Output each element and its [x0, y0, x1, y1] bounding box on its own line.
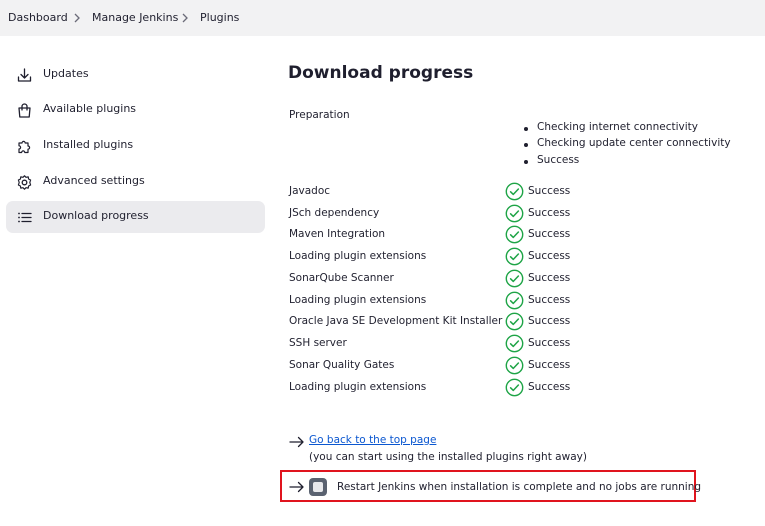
preparation-label: Preparation [289, 109, 350, 121]
plugin-name: Loading plugin extensions [289, 250, 427, 262]
sidebar-item-installed-plugins[interactable]: Installed plugins [6, 130, 265, 162]
check-circle-icon [505, 378, 524, 397]
status-success: Success [505, 247, 605, 267]
check-circle-icon [505, 334, 524, 353]
status-success: Success [505, 182, 605, 202]
status-success: Success [505, 225, 605, 245]
plugin-name: JSch dependency [289, 207, 380, 219]
sidebar-item-advanced-settings[interactable]: Advanced settings [6, 166, 265, 198]
check-circle-icon [505, 204, 524, 223]
plugin-name: Loading plugin extensions [289, 381, 427, 393]
status-success: Success [505, 378, 605, 398]
sidebar-item-label: Updates [43, 67, 89, 80]
plugin-name: Oracle Java SE Development Kit Installer [289, 315, 503, 327]
status-success: Success [505, 334, 605, 354]
chevron-right-icon [182, 13, 188, 23]
back-link-hint: (you can start using the installed plugi… [309, 451, 587, 463]
status-success: Success [505, 356, 605, 376]
plugin-name: Maven Integration [289, 228, 386, 240]
status-success: Success [505, 312, 605, 332]
status-success: Success [505, 204, 605, 224]
check-circle-icon [505, 247, 524, 266]
check-circle-icon [505, 269, 524, 288]
page-title: Download progress [288, 63, 474, 83]
sidebar-item-label: Installed plugins [43, 138, 134, 151]
sidebar-item-label: Download progress [43, 209, 149, 222]
shopping-bag-icon [18, 103, 31, 118]
restart-checkbox[interactable] [309, 478, 327, 496]
chevron-right-icon [74, 13, 80, 23]
plugin-name: Loading plugin extensions [289, 294, 427, 306]
check-circle-icon [505, 356, 524, 375]
restart-checkbox-label[interactable]: Restart Jenkins when installation is com… [337, 481, 701, 493]
check-circle-icon [505, 291, 524, 310]
gear-icon [17, 175, 32, 190]
plugin-name: Javadoc [289, 185, 331, 197]
status-success: Success [505, 291, 605, 311]
check-circle-icon [505, 312, 524, 331]
sidebar-item-download-progress[interactable]: Download progress [6, 201, 265, 233]
check-circle-icon [505, 225, 524, 244]
check-circle-icon [505, 182, 524, 201]
arrow-right-icon [289, 436, 304, 448]
sidebar-item-label: Available plugins [43, 102, 137, 115]
sidebar-item-label: Advanced settings [43, 174, 145, 187]
back-to-top-link[interactable]: Go back to the top page [309, 434, 436, 446]
plugin-name: SonarQube Scanner [289, 272, 394, 284]
breadcrumb-dashboard[interactable]: Dashboard [8, 11, 68, 24]
puzzle-icon [18, 140, 31, 154]
plugin-name: Sonar Quality Gates [289, 359, 395, 371]
arrow-right-icon [289, 481, 304, 493]
status-success: Success [505, 269, 605, 289]
sidebar-item-available-plugins[interactable]: Available plugins [6, 94, 265, 126]
sidebar-item-updates[interactable]: Updates [6, 59, 265, 91]
breadcrumb-manage-jenkins[interactable]: Manage Jenkins [92, 11, 178, 24]
plugin-name: SSH server [289, 337, 347, 349]
breadcrumb: Dashboard Manage Jenkins Plugins [0, 0, 765, 36]
list-icon [18, 212, 32, 223]
download-icon [17, 68, 32, 82]
breadcrumb-plugins[interactable]: Plugins [200, 11, 239, 24]
